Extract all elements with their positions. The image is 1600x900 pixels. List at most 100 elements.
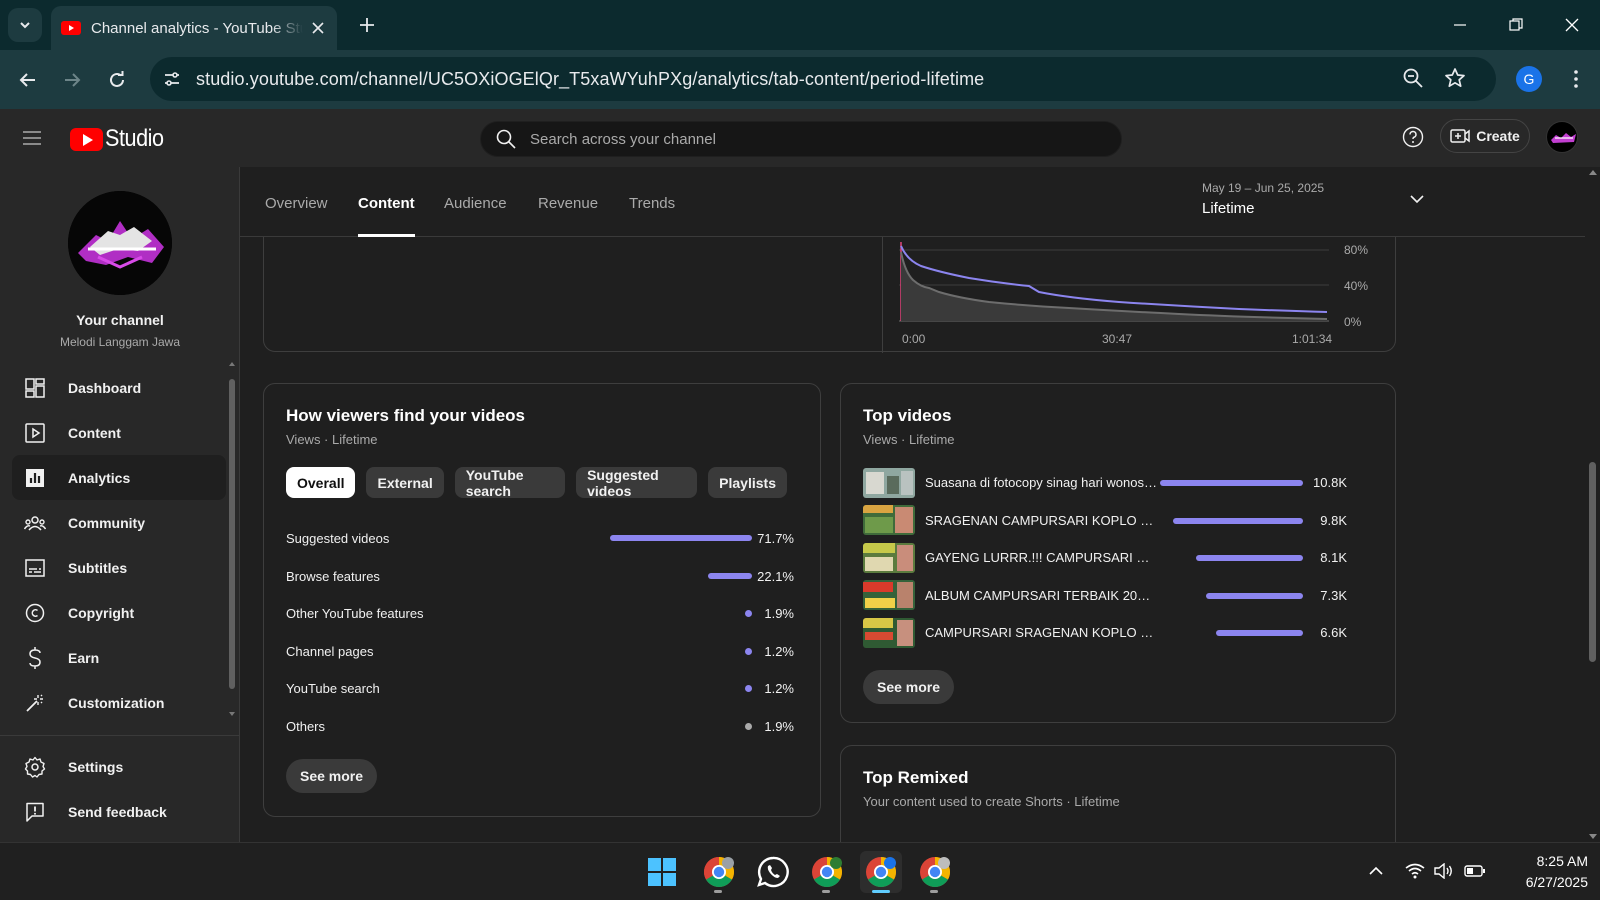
- bookmark-star-icon[interactable]: [1444, 67, 1466, 89]
- sidebar-bottom-nav: Settings Send feedback: [12, 744, 226, 834]
- tab-close-icon[interactable]: [309, 19, 327, 37]
- source-pct: 1.9%: [764, 718, 794, 734]
- traffic-source-row[interactable]: Suggested videos 71.7%: [286, 520, 798, 558]
- sidebar-item-settings[interactable]: Settings: [12, 744, 226, 789]
- taskbar-chrome-1[interactable]: [698, 851, 740, 893]
- sidebar-item-label: Community: [68, 514, 145, 531]
- chevron-down-icon: [1410, 195, 1424, 204]
- chrome-icon: [920, 857, 951, 888]
- create-button[interactable]: Create: [1440, 119, 1530, 153]
- sidebar-scroll-thumb[interactable]: [229, 379, 235, 689]
- new-tab-button[interactable]: [354, 12, 380, 38]
- traffic-source-row[interactable]: YouTube search 1.2%: [286, 670, 798, 708]
- top-video-row[interactable]: CAMPURSARI SRAGENAN KOPLO VERSI TERBARU …: [863, 614, 1373, 652]
- reload-icon: [110, 71, 124, 87]
- forward-button[interactable]: [57, 65, 87, 95]
- channel-search[interactable]: [480, 121, 1122, 157]
- volume-icon[interactable]: [1434, 863, 1454, 879]
- traffic-source-row[interactable]: Browse features 22.1%: [286, 558, 798, 596]
- studio-logo[interactable]: Studio: [70, 125, 170, 153]
- taskbar-whatsapp[interactable]: [752, 851, 794, 893]
- browser-profile-avatar[interactable]: G: [1516, 66, 1542, 92]
- sidebar-item-send-feedback[interactable]: Send feedback: [12, 789, 226, 834]
- browser-tab[interactable]: Channel analytics - YouTube Studio: [51, 6, 337, 50]
- chrome-icon: [812, 857, 843, 888]
- sidebar-divider: [0, 735, 239, 736]
- tab-trends[interactable]: Trends: [629, 195, 675, 237]
- restore-icon: [1509, 18, 1523, 31]
- x-tick-label: 1:01:34: [1292, 332, 1333, 346]
- reload-button[interactable]: [102, 65, 132, 95]
- sidebar-item-community[interactable]: Community: [12, 500, 226, 545]
- chip-playlists[interactable]: Playlists: [708, 467, 787, 498]
- close-window-button[interactable]: [1544, 0, 1600, 50]
- feedback-icon: [24, 801, 46, 823]
- windows-taskbar: 8:25 AM 6/27/2025: [0, 842, 1600, 900]
- settings-icon: [24, 756, 46, 778]
- chip-suggested-videos[interactable]: Suggested videos: [576, 467, 698, 499]
- taskbar-chrome-2[interactable]: [806, 851, 848, 893]
- chip-overall[interactable]: Overall: [286, 467, 356, 498]
- video-title[interactable]: ALBUM CAMPURSARI TERBAIK 2025 COVER: [925, 588, 1157, 603]
- address-bar[interactable]: studio.youtube.com/channel/UC5OXiOGElQr_…: [150, 57, 1496, 101]
- traffic-see-more-button[interactable]: See more: [286, 759, 378, 793]
- top-video-row[interactable]: SRAGENAN CAMPURSARI KOPLO FULL ALBUM 9.8…: [863, 502, 1373, 540]
- period-selector[interactable]: May 19 – Jun 25, 2025 Lifetime: [1202, 181, 1424, 217]
- sidebar-item-subtitles[interactable]: Subtitles: [12, 545, 226, 590]
- video-thumbnail[interactable]: [863, 580, 915, 611]
- traffic-source-row[interactable]: Channel pages 1.2%: [286, 633, 798, 671]
- back-button[interactable]: [13, 65, 43, 95]
- start-button[interactable]: [641, 851, 683, 893]
- video-thumbnail[interactable]: [863, 617, 915, 648]
- sidebar-item-dashboard[interactable]: Dashboard: [12, 365, 226, 410]
- top-videos-see-more-button[interactable]: See more: [863, 670, 955, 704]
- show-hidden-icons-chevron-icon[interactable]: [1368, 863, 1384, 879]
- video-title[interactable]: Suasana di fotocopy sinag hari wonosobo: [925, 475, 1157, 490]
- sidebar-item-earn[interactable]: Earn: [12, 635, 226, 680]
- top-video-row[interactable]: GAYENG LURRR.!!! CAMPURSARI FULL ALBUM 8…: [863, 539, 1373, 577]
- chip-youtube-search[interactable]: YouTube search: [454, 467, 566, 499]
- video-thumbnail[interactable]: [863, 467, 915, 498]
- system-clock[interactable]: 8:25 AM 6/27/2025: [1500, 851, 1588, 893]
- zoom-icon[interactable]: [1402, 67, 1424, 89]
- source-bar: [745, 722, 752, 730]
- top-video-row[interactable]: Suasana di fotocopy sinag hari wonosobo …: [863, 464, 1373, 502]
- video-views-bar: [1215, 630, 1303, 636]
- taskbar-chrome-3[interactable]: [914, 851, 956, 893]
- sidebar-item-analytics[interactable]: Analytics: [12, 455, 226, 500]
- search-input[interactable]: [530, 130, 1090, 148]
- battery-icon[interactable]: [1464, 863, 1486, 879]
- video-views: 9.8K: [1320, 512, 1347, 528]
- traffic-source-row[interactable]: Other YouTube features 1.9%: [286, 595, 798, 633]
- chip-external[interactable]: External: [366, 467, 444, 498]
- account-avatar[interactable]: [1546, 121, 1578, 153]
- sidebar-item-customization[interactable]: Customization: [12, 680, 226, 725]
- video-thumbnail[interactable]: [863, 542, 915, 573]
- tab-search-button[interactable]: [8, 8, 42, 42]
- help-icon[interactable]: [1402, 126, 1424, 148]
- video-thumbnail[interactable]: [863, 505, 915, 536]
- sidebar-item-content[interactable]: Content: [12, 410, 226, 455]
- traffic-source-row[interactable]: Others 1.9%: [286, 708, 798, 746]
- tab-content[interactable]: Content: [358, 195, 415, 237]
- restore-button[interactable]: [1488, 0, 1544, 50]
- video-title[interactable]: GAYENG LURRR.!!! CAMPURSARI FULL ALBUM: [925, 550, 1157, 565]
- tab-audience[interactable]: Audience: [444, 195, 507, 237]
- site-info-icon[interactable]: [156, 63, 188, 95]
- minimize-button[interactable]: [1432, 0, 1488, 50]
- main-scrollbar[interactable]: [1585, 167, 1600, 842]
- wifi-icon[interactable]: [1405, 863, 1425, 879]
- video-title[interactable]: SRAGENAN CAMPURSARI KOPLO FULL ALBUM: [925, 513, 1157, 528]
- sidebar-item-copyright[interactable]: Copyright: [12, 590, 226, 635]
- menu-icon[interactable]: [20, 126, 44, 150]
- browser-menu-icon[interactable]: [1563, 66, 1589, 92]
- channel-avatar[interactable]: [68, 191, 172, 295]
- video-title[interactable]: CAMPURSARI SRAGENAN KOPLO VERSI TERBARU: [925, 625, 1157, 640]
- main-scroll-thumb[interactable]: [1589, 462, 1596, 662]
- source-pct: 1.2%: [764, 643, 794, 659]
- taskbar-chrome-active[interactable]: [860, 851, 902, 893]
- tab-revenue[interactable]: Revenue: [538, 195, 598, 237]
- tab-overview[interactable]: Overview: [265, 195, 328, 237]
- sidebar-scrollbar[interactable]: [229, 362, 235, 716]
- top-video-row[interactable]: ALBUM CAMPURSARI TERBAIK 2025 COVER 7.3K: [863, 577, 1373, 615]
